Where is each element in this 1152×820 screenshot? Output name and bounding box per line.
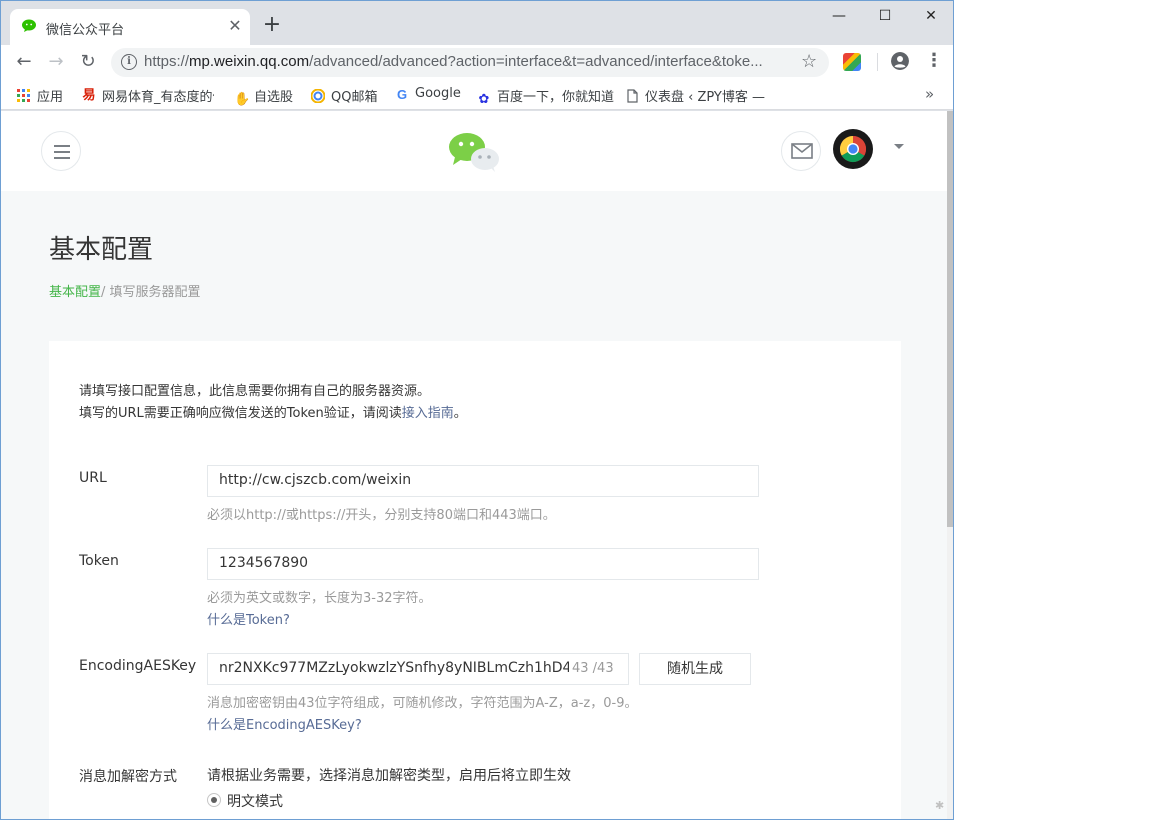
bookmark-netease[interactable]: 易网易体育_有态度的体	[82, 86, 214, 106]
url-input[interactable]: http://cw.cjszcb.com/weixin	[207, 465, 759, 497]
web-page: 基本配置 基本配置/ 填写服务器配置 请填写接口配置信息，此信息需要你拥有自己的…	[1, 111, 953, 819]
tab-strip: 微信公众平台 ✕ + — ☐ ✕	[1, 1, 953, 45]
bookmark-zpy-blog[interactable]: 仪表盘 ‹ ZPY博客 —	[625, 86, 765, 105]
url-path: /advanced/advanced?action=interface&t=ad…	[309, 53, 763, 70]
encryption-mode-label: 消息加解密方式	[79, 769, 177, 785]
aes-key-input[interactable]: nr2NXKc977MZzLyokwzlzYSnfhy8yNIBLmCzh1hD…	[207, 653, 629, 685]
address-url[interactable]: https://mp.weixin.qq.com/advanced/advanc…	[144, 53, 784, 70]
bookmark-label: QQ邮箱	[331, 90, 378, 105]
chrome-avatar-icon	[839, 135, 867, 163]
hand-icon: ✋	[234, 92, 251, 107]
bookmark-star-icon[interactable]: ☆	[801, 51, 817, 72]
qqmail-icon	[311, 89, 325, 103]
site-header	[1, 111, 947, 191]
tab-close-icon[interactable]: ✕	[226, 17, 244, 35]
address-bar[interactable]: i https://mp.weixin.qq.com/advanced/adva…	[111, 48, 829, 77]
profile-icon[interactable]	[891, 52, 909, 70]
toolbar-divider	[877, 53, 878, 71]
mail-button[interactable]	[781, 131, 821, 171]
bookmark-label: 自选股	[254, 90, 294, 105]
breadcrumb-separator: /	[101, 285, 110, 300]
access-guide-link[interactable]: 接入指南	[402, 406, 454, 421]
avatar[interactable]	[833, 129, 873, 169]
netease-icon: 易	[82, 88, 96, 103]
random-generate-button[interactable]: 随机生成	[639, 653, 751, 685]
intro-line-2-end: 。	[453, 406, 467, 421]
url-hint: 必须以http://或https://开头，分别支持80端口和443端口。	[207, 508, 556, 523]
page-scrollbar-thumb[interactable]	[947, 111, 953, 527]
intro-line-1: 请填写接口配置信息，此信息需要你拥有自己的服务器资源。	[79, 384, 431, 399]
baidu-icon: ✿	[478, 92, 490, 107]
hamburger-menu-icon[interactable]	[41, 131, 81, 171]
reload-icon[interactable]: ↻	[77, 51, 99, 73]
breadcrumb-link-basic-config[interactable]: 基本配置	[49, 285, 101, 300]
bookmarks-overflow-icon[interactable]: »	[925, 85, 934, 103]
window-close-icon[interactable]: ✕	[908, 5, 953, 27]
breadcrumb-current: 填写服务器配置	[109, 285, 201, 300]
pin-icon: ✱	[935, 799, 945, 812]
url-input-value: http://cw.cjszcb.com/weixin	[219, 472, 412, 488]
what-is-aes-key-link[interactable]: 什么是EncodingAESKey?	[207, 714, 362, 733]
bookmark-label: 百度一下，你就知道	[497, 90, 615, 105]
bookmark-baidu[interactable]: ✿ 百度一下，你就知道	[477, 86, 614, 107]
token-label: Token	[79, 553, 119, 569]
browser-toolbar: ← → ↻ i https://mp.weixin.qq.com/advance…	[1, 45, 953, 79]
intro-line-2-text: 填写的URL需要正确响应微信发送的Token验证，请阅读	[79, 406, 402, 421]
intro-line-2: 填写的URL需要正确响应微信发送的Token验证，请阅读接入指南。	[79, 403, 467, 425]
page-icon	[627, 89, 638, 103]
token-input[interactable]: 1234567890	[207, 548, 759, 580]
bookmarks-bar: 应用 易网易体育_有态度的体 ✋ 自选股 QQ邮箱 G Google ✿ 百度一下，你…	[1, 79, 953, 110]
browser-window: 微信公众平台 ✕ + — ☐ ✕ ← → ↻ i https://mp.weix…	[0, 0, 954, 820]
what-is-token-link[interactable]: 什么是Token?	[207, 609, 290, 628]
url-host: mp.weixin.qq.com	[189, 53, 310, 70]
extension-icon[interactable]	[843, 53, 861, 71]
plaintext-mode-label[interactable]: 明文模式	[227, 791, 283, 811]
forward-arrow-icon[interactable]: →	[45, 51, 67, 73]
bookmark-google[interactable]: G Google	[395, 86, 461, 102]
tab-weixin[interactable]: 微信公众平台 ✕	[10, 9, 250, 45]
account-dropdown-icon[interactable]	[894, 144, 904, 149]
url-scheme: https://	[144, 53, 190, 70]
tab-title: 微信公众平台	[46, 23, 125, 38]
server-config-card: 请填写接口配置信息，此信息需要你拥有自己的服务器资源。 填写的URL需要正确响应…	[49, 341, 901, 819]
maximize-icon[interactable]: ☐	[862, 5, 908, 27]
minimize-icon[interactable]: —	[816, 5, 862, 27]
bookmark-qqmail[interactable]: QQ邮箱	[311, 86, 377, 105]
breadcrumb: 基本配置/ 填写服务器配置	[49, 281, 201, 300]
page-title: 基本配置	[49, 235, 154, 265]
aes-key-input-value: nr2NXKc977MZzLyokwzlzYSnfhy8yNIBLmCzh1hD…	[219, 660, 569, 676]
encryption-mode-description: 请根据业务需要，选择消息加解密类型，启用后将立即生效	[207, 768, 571, 784]
url-label: URL	[79, 470, 107, 486]
wechat-logo-icon	[449, 133, 499, 172]
google-icon: G	[396, 87, 408, 102]
back-arrow-icon[interactable]: ←	[13, 51, 35, 73]
site-info-icon[interactable]: i	[121, 54, 137, 70]
intro-text: 请填写接口配置信息，此信息需要你拥有自己的服务器资源。 填写的URL需要正确响应…	[79, 381, 467, 425]
apps-grid-icon	[17, 89, 30, 102]
bookmark-zixuangu[interactable]: ✋ 自选股	[234, 86, 293, 107]
token-hint: 必须为英文或数字，长度为3-32字符。	[207, 591, 432, 606]
aes-key-hint: 消息加密密钥由43位字符组成，可随机修改，字符范围为A-Z，a-z，0-9。	[207, 696, 638, 711]
bookmark-apps[interactable]: 应用	[17, 86, 63, 105]
aes-key-char-count: 43 /43	[572, 661, 614, 676]
bookmark-label: Google	[415, 86, 461, 101]
bookmark-label: 仪表盘 ‹ ZPY博客 —	[645, 90, 765, 105]
mail-icon	[791, 143, 813, 159]
token-input-value: 1234567890	[219, 555, 309, 571]
new-tab-icon[interactable]: +	[261, 14, 283, 36]
aes-key-label: EncodingAESKey	[79, 658, 197, 674]
wechat-favicon-icon	[22, 19, 36, 32]
browser-menu-icon[interactable]: ⋮	[925, 50, 943, 72]
bookmark-label: 网易体育_有态度的体	[102, 90, 214, 105]
bookmark-label: 应用	[37, 90, 64, 105]
plaintext-mode-radio[interactable]	[207, 793, 221, 807]
